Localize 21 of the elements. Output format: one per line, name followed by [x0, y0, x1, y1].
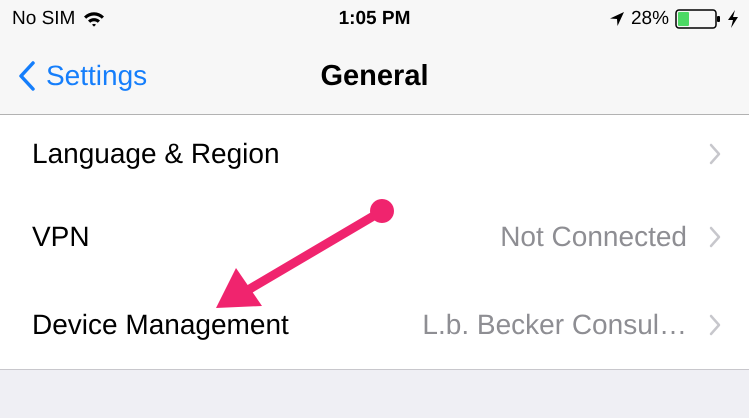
- settings-row[interactable]: VPN Not Connected: [0, 193, 749, 281]
- clock-text: 1:05 PM: [338, 8, 410, 30]
- row-label: VPN: [32, 221, 91, 253]
- row-label: Device Management: [32, 309, 290, 341]
- back-chevron-icon: [18, 61, 36, 91]
- battery-icon: [675, 9, 721, 29]
- wifi-icon: [83, 11, 106, 27]
- chevron-icon: [709, 226, 721, 248]
- settings-row[interactable]: Device Management L.b. Becker Consul…: [0, 281, 749, 369]
- charging-icon: [727, 9, 739, 29]
- row-value: Not Connected: [500, 221, 687, 253]
- chevron-icon: [709, 314, 721, 336]
- carrier-text: No SIM: [12, 8, 76, 30]
- row-value: L.b. Becker Consul…: [422, 309, 687, 341]
- page-title: General: [320, 60, 428, 92]
- settings-row[interactable]: Language & Region: [0, 115, 749, 193]
- row-label: Language & Region: [32, 138, 281, 170]
- chevron-icon: [709, 143, 721, 165]
- location-icon: [608, 11, 625, 27]
- back-link[interactable]: Settings: [18, 60, 148, 92]
- battery-percent: 28%: [630, 8, 669, 30]
